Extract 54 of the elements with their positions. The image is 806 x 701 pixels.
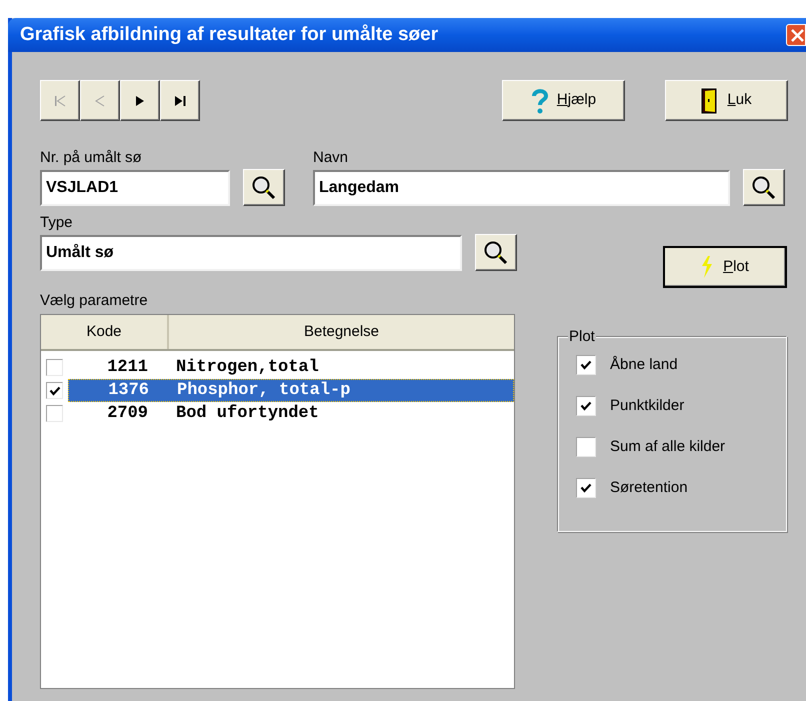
question-mark-icon <box>530 88 549 114</box>
section-label: Vælg parametre <box>40 291 149 311</box>
code-cell-text: 1376 <box>107 380 149 402</box>
window-title: Grafisk afbildning af resultater for umålte søer <box>20 22 438 47</box>
search-icon <box>251 174 277 200</box>
type-field[interactable]: Umålt sø <box>40 234 462 270</box>
checkbox[interactable] <box>46 405 63 422</box>
plot-button[interactable]: Plot <box>663 246 787 288</box>
lightning-icon <box>701 256 714 278</box>
search-button[interactable] <box>243 169 285 206</box>
next-record-icon <box>134 94 146 106</box>
code-cell-text: 1211 <box>106 356 148 379</box>
close-icon <box>789 27 805 43</box>
name-cell-text: Bod ufortyndet <box>176 402 319 425</box>
checkbox-label: Søretention <box>610 478 688 498</box>
door-icon <box>701 88 718 114</box>
column-header[interactable]: Kode <box>41 315 169 349</box>
search-icon <box>483 240 509 266</box>
checkbox-label: Åbne land <box>610 354 678 375</box>
navigation-button[interactable] <box>160 80 200 121</box>
first-record-icon <box>54 94 66 106</box>
checkmark-icon <box>48 384 60 396</box>
table-row[interactable]: 1376 Phosphor, total-p <box>68 379 514 402</box>
table-row[interactable]: 2709 Bod ufortyndet <box>68 402 514 425</box>
checkbox[interactable] <box>576 396 596 416</box>
checkmark-icon <box>580 400 592 412</box>
last-record-icon <box>174 94 186 106</box>
field-label: Navn <box>313 148 350 168</box>
column-header[interactable]: Betegnelse <box>169 315 514 349</box>
search-button[interactable] <box>743 169 785 206</box>
checkbox[interactable] <box>576 478 596 498</box>
lake-number-field[interactable]: VSJLAD1 <box>40 170 230 206</box>
field-label: Nr. på umålt sø <box>40 148 143 168</box>
table-row[interactable]: 1211 Nitrogen,total <box>68 356 514 379</box>
checkbox[interactable] <box>46 382 63 399</box>
checkbox-label: Punktkilder <box>610 396 684 416</box>
field-label: Type <box>40 213 74 233</box>
checkmark-icon <box>580 482 592 494</box>
navigation-button[interactable] <box>120 80 160 121</box>
search-button[interactable] <box>475 234 517 271</box>
search-icon <box>751 174 777 200</box>
checkmark-icon <box>580 359 592 371</box>
checkbox-label: Sum af alle kilder <box>610 436 726 457</box>
name-cell-text: Nitrogen,total <box>176 356 319 379</box>
name-field[interactable]: Langedam <box>313 170 730 206</box>
close-button[interactable] <box>786 24 806 46</box>
checkbox[interactable] <box>46 359 63 376</box>
help-button[interactable]: Hjælp <box>502 80 625 121</box>
checkbox[interactable] <box>576 437 596 457</box>
checkbox[interactable] <box>576 355 596 375</box>
code-cell-text: 2709 <box>106 402 148 425</box>
previous-record-icon <box>94 94 106 106</box>
name-cell-text: Phosphor, total-p <box>177 380 350 402</box>
close-window-button[interactable]: Luk <box>665 80 788 121</box>
